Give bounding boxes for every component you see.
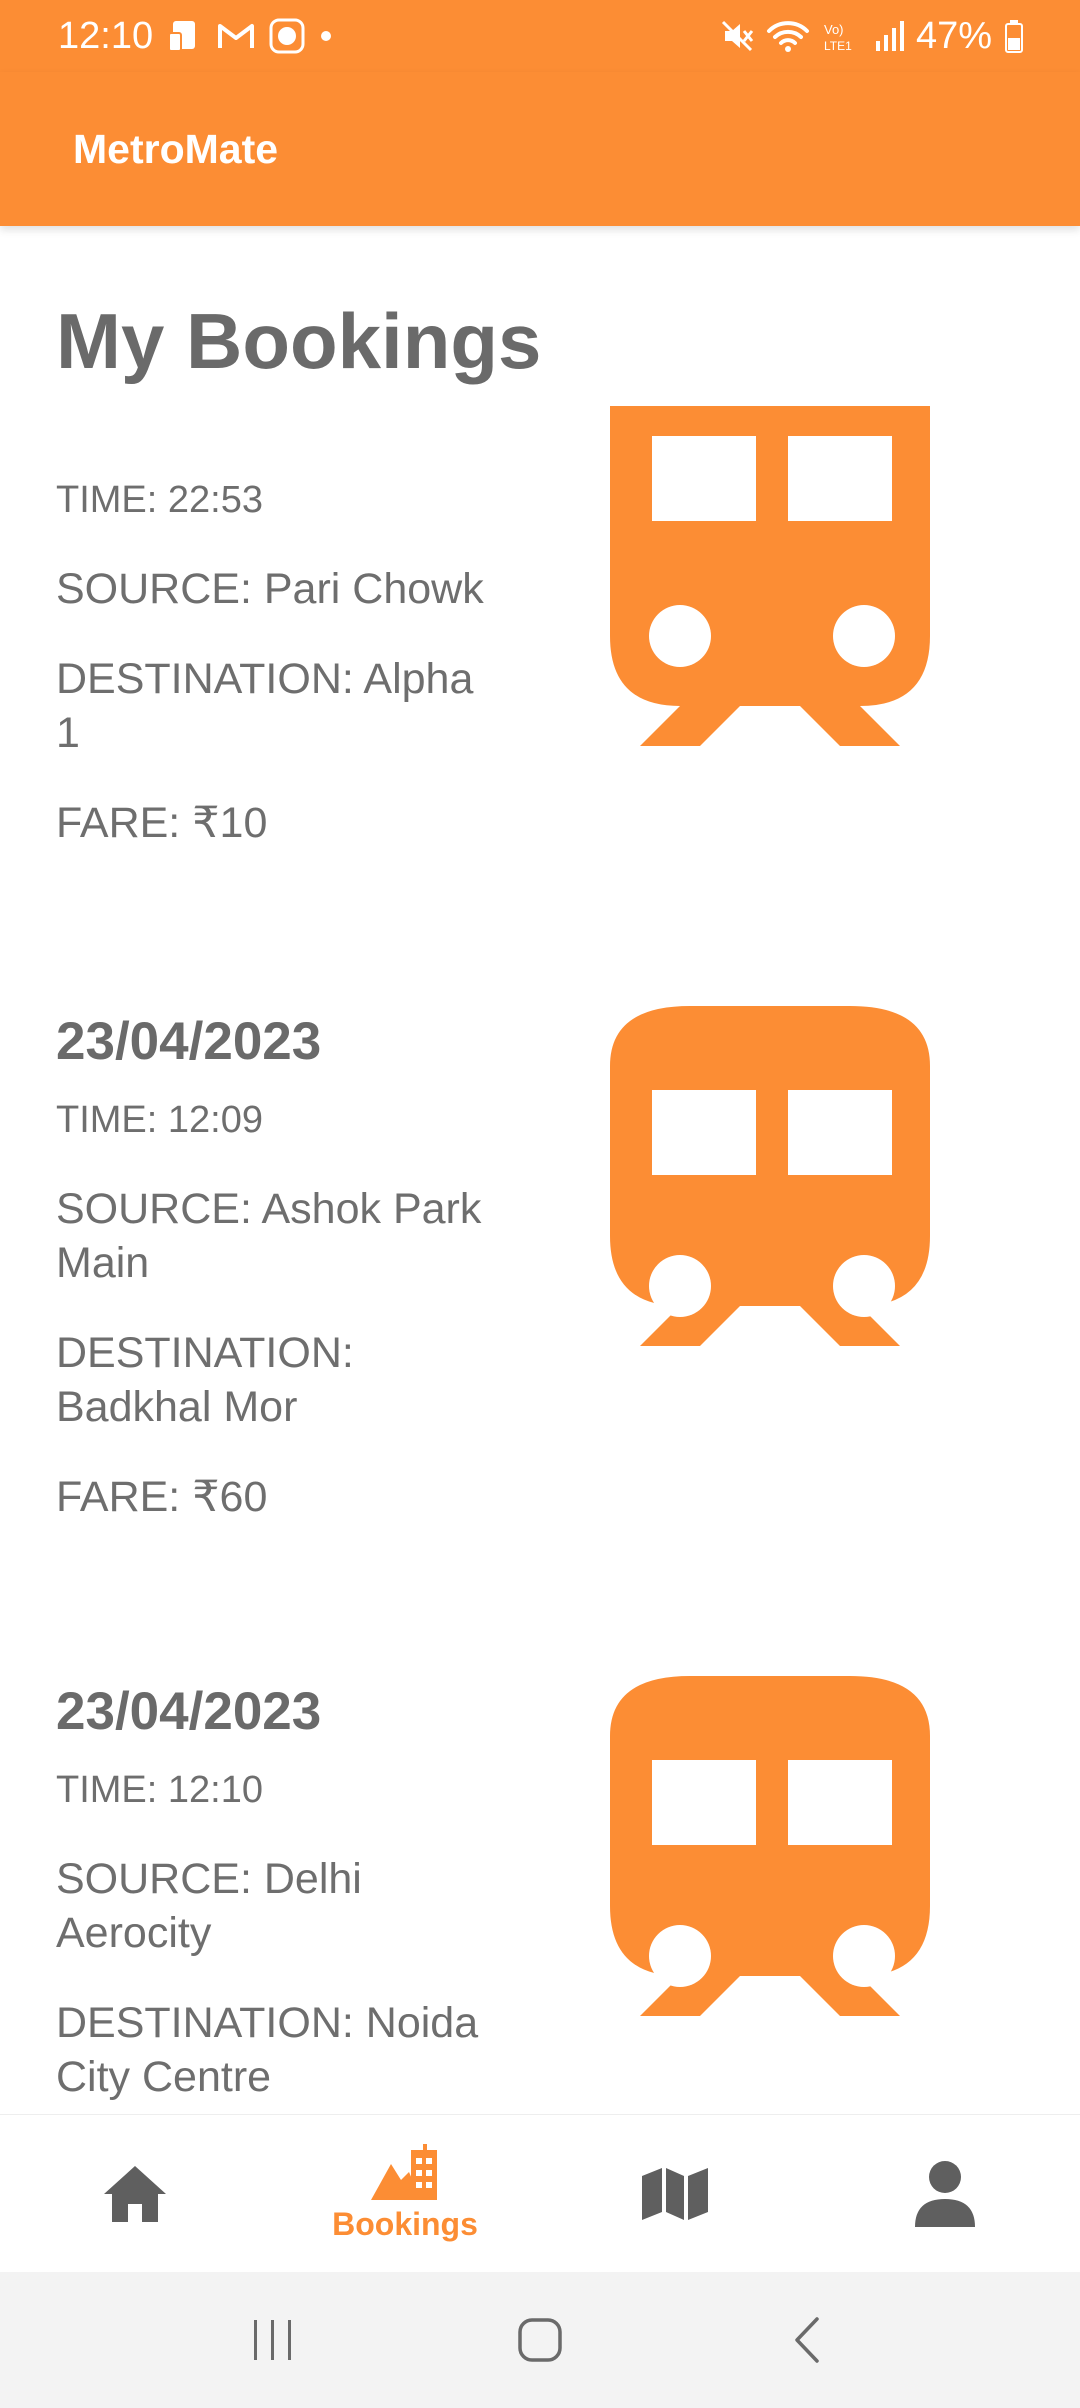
back-icon (794, 2317, 819, 2363)
gallery-icon (167, 19, 203, 53)
screen: 12:10 Vo) LTE1 47% MetroMate My Bookings… (0, 0, 1080, 2408)
signal-icon (874, 19, 904, 53)
svg-text:Vo): Vo) (824, 22, 844, 37)
booking-fare: FARE: ₹60 (56, 1473, 268, 1521)
bookings-icon (371, 2144, 437, 2200)
notification-dot-icon (319, 29, 333, 43)
booking-time: TIME: 12:10 (56, 1769, 263, 1811)
bookings-list[interactable]: My Bookings TIME: 22:53 SOURCE: Pari Cho… (0, 226, 1080, 2114)
booking-fare: FARE: ₹10 (56, 799, 268, 847)
profile-icon (915, 2160, 975, 2227)
booking-destination: DESTINATION: Badkhal Mor (56, 1329, 354, 1431)
battery-percent: 47% (915, 14, 992, 57)
booking-source: SOURCE: Pari Chowk (56, 565, 484, 613)
wifi-icon (766, 19, 810, 53)
booking-card[interactable]: TIME: 22:53 SOURCE: Pari Chowk DESTINATI… (0, 406, 1080, 1096)
app-title: MetroMate (73, 125, 279, 172)
nav-item-map[interactable] (540, 2115, 810, 2272)
map-icon (642, 2167, 708, 2220)
status-time: 12:10 (58, 14, 154, 57)
svg-text:LTE1: LTE1 (824, 39, 852, 53)
mute-icon (720, 19, 754, 53)
train-icon (610, 1006, 930, 1346)
booking-destination: DESTINATION: Alpha 1 (56, 655, 474, 757)
home-circle-icon (518, 2318, 562, 2362)
page-title: My Bookings (56, 297, 542, 385)
train-icon (610, 406, 930, 746)
booking-source: SOURCE: Ashok Park Main (56, 1185, 482, 1287)
booking-date: 23/04/2023 (56, 1682, 322, 1741)
status-bar: 12:10 Vo) LTE1 47% (0, 0, 1080, 72)
cb-app-icon (269, 18, 305, 54)
back-button[interactable] (767, 2300, 847, 2380)
booking-card[interactable]: 23/04/2023 TIME: 12:09 SOURCE: Ashok Par… (0, 1006, 1080, 1626)
booking-time: TIME: 12:09 (56, 1099, 263, 1141)
system-nav-bar (0, 2272, 1080, 2408)
nav-label-bookings: Bookings (332, 2206, 478, 2242)
recents-button[interactable] (233, 2300, 313, 2380)
booking-destination: DESTINATION: Noida City Centre (56, 1999, 479, 2101)
bottom-nav: Bookings (0, 2114, 1080, 2272)
booking-card[interactable]: 23/04/2023 TIME: 12:10 SOURCE: Delhi Aer… (0, 1676, 1080, 2114)
nav-item-home[interactable] (0, 2115, 270, 2272)
gmail-icon (217, 21, 255, 51)
home-button[interactable] (500, 2300, 580, 2380)
booking-source: SOURCE: Delhi Aerocity (56, 1855, 362, 1957)
booking-time: TIME: 22:53 (56, 479, 263, 521)
nav-item-bookings[interactable]: Bookings (270, 2115, 540, 2272)
app-bar: MetroMate (0, 72, 1080, 226)
battery-icon (1004, 19, 1024, 53)
volte-icon: Vo) LTE1 (822, 19, 862, 53)
booking-date: 23/04/2023 (56, 1012, 322, 1071)
recents-icon (254, 2320, 292, 2360)
train-icon (610, 1676, 930, 2016)
home-icon (104, 2165, 166, 2222)
nav-item-profile[interactable] (810, 2115, 1080, 2272)
